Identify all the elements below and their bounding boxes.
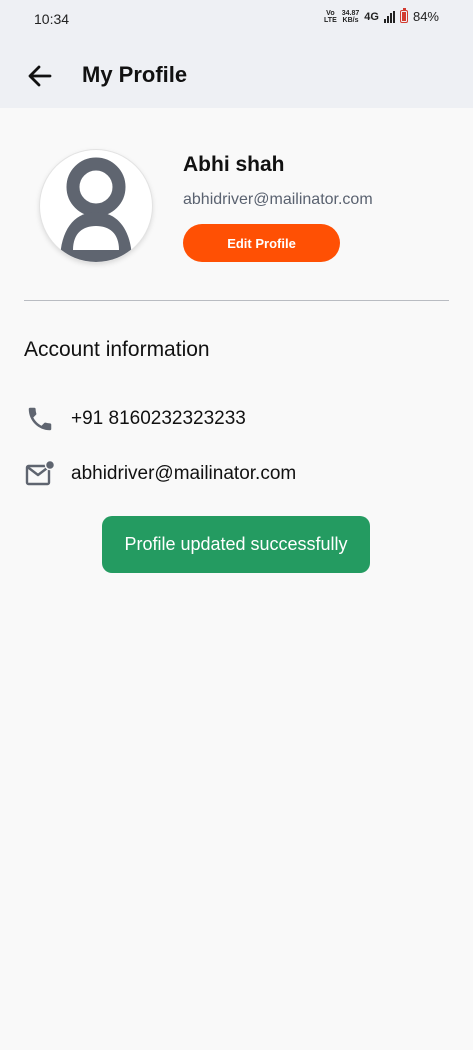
account-email: abhidriver@mailinator.com bbox=[71, 463, 297, 484]
person-icon bbox=[60, 157, 132, 262]
edit-profile-button[interactable]: Edit Profile bbox=[183, 224, 340, 262]
mail-notification-icon bbox=[24, 458, 56, 490]
phone-icon bbox=[24, 403, 56, 435]
phone-number: +91 8160232323233 bbox=[71, 408, 246, 429]
battery-icon bbox=[399, 8, 408, 23]
header: My Profile bbox=[0, 48, 473, 102]
profile-email: abhidriver@mailinator.com bbox=[183, 191, 373, 208]
battery-percentage: 84% bbox=[412, 9, 439, 24]
arrow-left-icon bbox=[28, 65, 52, 87]
status-time: 10:34 bbox=[34, 11, 70, 27]
status-icons: Vo LTE 34.87 KB/s 4G 84% bbox=[324, 8, 439, 24]
profile-name: Abhi shah bbox=[183, 153, 285, 176]
back-button[interactable] bbox=[24, 60, 56, 92]
avatar bbox=[40, 150, 152, 262]
network-speed: 34.87 KB/s bbox=[341, 9, 360, 24]
volte-indicator: Vo LTE bbox=[324, 9, 337, 24]
status-bar: 10:34 Vo LTE 34.87 KB/s 4G 84% bbox=[0, 0, 473, 38]
section-title: Account information bbox=[24, 338, 210, 361]
phone-row: +91 8160232323233 bbox=[24, 403, 246, 435]
network-type: 4G bbox=[364, 10, 379, 23]
email-row: abhidriver@mailinator.com bbox=[24, 458, 296, 490]
success-toast: Profile updated successfully bbox=[102, 516, 370, 573]
divider bbox=[24, 300, 449, 301]
signal-icon bbox=[383, 10, 395, 23]
page-title: My Profile bbox=[82, 62, 188, 87]
